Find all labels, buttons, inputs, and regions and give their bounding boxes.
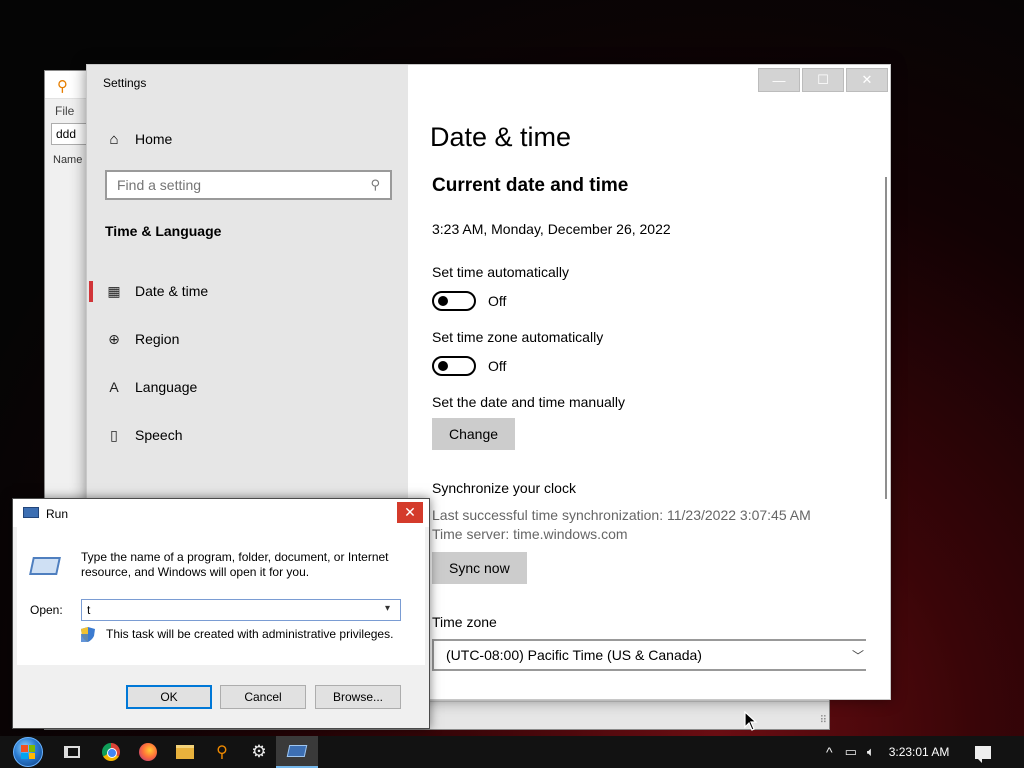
- maximize-button[interactable]: ☐: [802, 68, 844, 92]
- ok-button[interactable]: OK: [126, 685, 212, 709]
- open-input[interactable]: [81, 599, 401, 621]
- content-scrollbar[interactable]: [885, 177, 887, 499]
- start-button[interactable]: [10, 736, 46, 768]
- taskbar-clock[interactable]: 3:23:01 AM: [889, 745, 950, 759]
- manual-datetime-label: Set the date and time manually: [432, 394, 626, 410]
- chevron-up-icon[interactable]: ^: [826, 744, 833, 760]
- run-titlebar[interactable]: Run ✕: [13, 499, 429, 527]
- set-time-auto-state: Off: [488, 293, 507, 309]
- timezone-value: (UTC-08:00) Pacific Time (US & Canada): [446, 647, 702, 663]
- sync-title: Synchronize your clock: [432, 480, 576, 496]
- change-button[interactable]: Change: [432, 418, 516, 450]
- settings-content: — ☐ ✕ Date & time Current date and time …: [408, 65, 890, 699]
- run-icon: [23, 507, 39, 518]
- mouse-pointer-icon: [744, 711, 758, 731]
- background-window-statusbar: ⠿: [429, 701, 829, 729]
- set-time-auto-toggle[interactable]: [432, 291, 476, 311]
- globe-icon: ⊕: [108, 330, 120, 347]
- column-header-name[interactable]: Name: [53, 154, 82, 166]
- timezone-label: Time zone: [432, 614, 497, 630]
- section-title-current: Current date and time: [432, 175, 629, 196]
- sidebar-item-label: Speech: [135, 427, 183, 443]
- notification-icon[interactable]: [975, 745, 992, 763]
- home-icon: ⌂: [109, 130, 119, 148]
- language-icon: A: [109, 379, 119, 395]
- chevron-down-icon[interactable]: ▾: [385, 603, 390, 614]
- system-tray: ^ ▭ 🔈︎ 3:23:01 AM: [826, 736, 992, 768]
- calendar-clock-icon: ▦: [107, 282, 121, 299]
- sidebar-item-date-time[interactable]: ▦ Date & time: [87, 271, 408, 311]
- taskbar: ⚲ ⚙ ^ ▭ 🔈︎ 3:23:01 AM: [0, 736, 1024, 768]
- search-app-icon: ⚲: [57, 78, 68, 95]
- close-button[interactable]: ✕: [397, 502, 423, 523]
- uac-shield-icon: [81, 627, 95, 642]
- nav-home[interactable]: ⌂ Home: [105, 129, 172, 149]
- task-view-icon: [64, 746, 80, 758]
- timezone-select[interactable]: (UTC-08:00) Pacific Time (US & Canada) ﹀: [432, 639, 866, 671]
- firefox-icon: [139, 743, 157, 761]
- window-controls: — ☐ ✕: [758, 68, 888, 92]
- last-sync-text: Last successful time synchronization: 11…: [432, 507, 811, 523]
- task-view-button[interactable]: [56, 736, 88, 768]
- minimize-button[interactable]: —: [758, 68, 800, 92]
- run-body: Type the name of a program, folder, docu…: [17, 527, 425, 665]
- nav-section-title: Time & Language: [105, 223, 222, 239]
- taskbar-settings[interactable]: ⚙: [243, 736, 275, 768]
- set-tz-auto-toggle[interactable]: [432, 356, 476, 376]
- chevron-down-icon: ﹀: [851, 649, 864, 663]
- sidebar-item-label: Language: [135, 379, 198, 395]
- network-icon[interactable]: ▭: [845, 744, 857, 760]
- toggle-knob: [438, 361, 448, 371]
- set-time-auto-row: Off: [432, 291, 506, 311]
- cancel-button[interactable]: Cancel: [220, 685, 306, 709]
- taskbar-chrome[interactable]: [95, 736, 127, 768]
- set-tz-auto-state: Off: [488, 358, 507, 374]
- page-title: Date & time: [430, 122, 572, 152]
- microphone-icon: ▯: [110, 426, 118, 443]
- set-tz-auto-row: Off: [432, 356, 506, 376]
- search-icon: ⚲: [370, 177, 380, 192]
- gear-icon: ⚙: [251, 742, 267, 761]
- resize-grip-icon[interactable]: ⠿: [820, 715, 827, 726]
- run-description: Type the name of a program, folder, docu…: [81, 550, 389, 579]
- admin-privileges-note: This task will be created with administr…: [106, 627, 394, 641]
- menu-file[interactable]: File: [55, 104, 74, 118]
- set-time-auto-label: Set time automatically: [432, 264, 569, 280]
- sidebar-item-language[interactable]: A Language: [87, 367, 408, 407]
- sidebar-item-label: Date & time: [135, 283, 209, 299]
- time-server-text: Time server: time.windows.com: [432, 526, 628, 542]
- taskbar-search-app[interactable]: ⚲: [206, 736, 238, 768]
- search-input[interactable]: [117, 177, 357, 193]
- set-tz-auto-label: Set time zone automatically: [432, 329, 604, 345]
- folder-icon: [176, 745, 194, 759]
- windows-logo-icon: [13, 737, 43, 767]
- find-setting-search[interactable]: ⚲: [105, 170, 392, 200]
- run-program-icon: [29, 557, 61, 575]
- sidebar-item-label: Region: [135, 331, 180, 347]
- toggle-knob: [438, 296, 448, 306]
- background-window-input[interactable]: ddd: [51, 123, 91, 145]
- search-icon: ⚲: [216, 744, 228, 761]
- close-button[interactable]: ✕: [846, 68, 888, 92]
- current-datetime: 3:23 AM, Monday, December 26, 2022: [432, 221, 671, 237]
- taskbar-firefox[interactable]: [132, 736, 164, 768]
- taskbar-file-explorer[interactable]: [169, 736, 201, 768]
- sync-now-button[interactable]: Sync now: [432, 552, 527, 584]
- open-label: Open:: [30, 603, 63, 617]
- sidebar-item-region[interactable]: ⊕ Region: [87, 319, 408, 359]
- browse-button[interactable]: Browse...: [315, 685, 401, 709]
- window-title: Settings: [103, 76, 147, 90]
- run-title: Run: [46, 507, 69, 521]
- run-dialog: Run ✕ Type the name of a program, folder…: [12, 498, 430, 729]
- taskbar-run[interactable]: [276, 736, 318, 768]
- volume-icon[interactable]: 🔈︎: [867, 744, 875, 760]
- nav-home-label: Home: [135, 131, 173, 147]
- chrome-icon: [102, 743, 120, 761]
- sidebar-item-speech[interactable]: ▯ Speech: [87, 415, 408, 455]
- run-icon: [286, 745, 308, 757]
